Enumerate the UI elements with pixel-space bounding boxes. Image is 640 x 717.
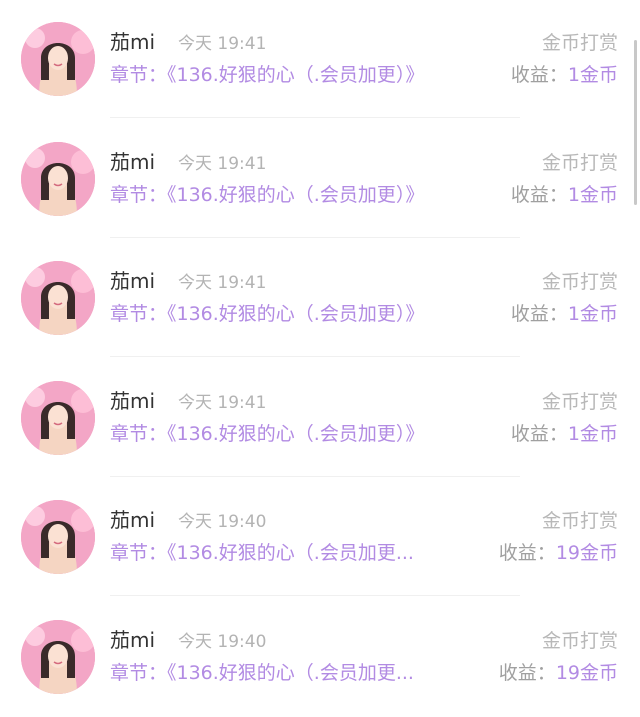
avatar-icon[interactable] [21,381,95,455]
avatar-icon[interactable] [21,620,95,694]
income: 收益：19金币 [499,540,618,566]
record-type: 金币打赏 [542,509,618,533]
income: 收益：1金币 [511,301,618,327]
reward-record-row[interactable]: 茄mi 今天 19:41 金币打赏 章节：《136.好狠的心（.会员加更）》 收… [0,239,640,359]
avatar-icon[interactable] [21,142,95,216]
reward-record-row[interactable]: 茄mi 今天 19:40 金币打赏 章节：《136.好狠的心（.会员加更... … [0,478,640,598]
income-label: 收益： [511,64,568,86]
chapter-text[interactable]: 章节：《136.好狠的心（.会员加更... [110,540,414,566]
row-divider [110,476,520,477]
record-time: 今天 19:41 [178,272,266,294]
row-divider [110,117,520,118]
reward-record-row[interactable]: 茄mi 今天 19:41 金币打赏 章节：《136.好狠的心（.会员加更）》 收… [0,120,640,240]
avatar-icon[interactable] [21,261,95,335]
income: 收益：1金币 [511,421,618,447]
chapter-text[interactable]: 章节：《136.好狠的心（.会员加更）》 [110,301,424,327]
record-type: 金币打赏 [542,31,618,55]
record-time: 今天 19:40 [178,511,266,533]
reward-record-row[interactable]: 茄mi 今天 19:41 金币打赏 章节：《136.好狠的心（.会员加更）》 收… [0,0,640,120]
record-time: 今天 19:40 [178,631,266,653]
income-amount: 1金币 [568,184,618,206]
income-label: 收益： [499,542,556,564]
income-amount: 19金币 [556,662,618,684]
income-label: 收益： [499,662,556,684]
reward-record-row[interactable]: 茄mi 今天 19:40 金币打赏 章节：《136.好狠的心（.会员加更... … [0,598,640,717]
user-name: 茄mi [110,628,155,652]
record-time: 今天 19:41 [178,33,266,55]
user-name: 茄mi [110,30,155,54]
record-type: 金币打赏 [542,151,618,175]
user-name: 茄mi [110,269,155,293]
income-label: 收益： [511,184,568,206]
record-type: 金币打赏 [542,270,618,294]
income-label: 收益： [511,303,568,325]
income-amount: 1金币 [568,303,618,325]
income-amount: 1金币 [568,64,618,86]
income: 收益：1金币 [511,62,618,88]
reward-record-row[interactable]: 茄mi 今天 19:41 金币打赏 章节：《136.好狠的心（.会员加更）》 收… [0,359,640,479]
row-divider [110,237,520,238]
row-divider [110,356,520,357]
user-name: 茄mi [110,150,155,174]
chapter-text[interactable]: 章节：《136.好狠的心（.会员加更）》 [110,421,424,447]
user-name: 茄mi [110,508,155,532]
vertical-scrollbar[interactable] [634,40,637,205]
avatar-icon[interactable] [21,22,95,96]
row-divider [110,595,520,596]
chapter-text[interactable]: 章节：《136.好狠的心（.会员加更... [110,660,414,686]
record-time: 今天 19:41 [178,392,266,414]
income-amount: 19金币 [556,542,618,564]
record-type: 金币打赏 [542,629,618,653]
income: 收益：1金币 [511,182,618,208]
record-type: 金币打赏 [542,390,618,414]
chapter-text[interactable]: 章节：《136.好狠的心（.会员加更）》 [110,62,424,88]
income-label: 收益： [511,423,568,445]
chapter-text[interactable]: 章节：《136.好狠的心（.会员加更）》 [110,182,424,208]
income: 收益：19金币 [499,660,618,686]
record-time: 今天 19:41 [178,153,266,175]
income-amount: 1金币 [568,423,618,445]
avatar-icon[interactable] [21,500,95,574]
user-name: 茄mi [110,389,155,413]
